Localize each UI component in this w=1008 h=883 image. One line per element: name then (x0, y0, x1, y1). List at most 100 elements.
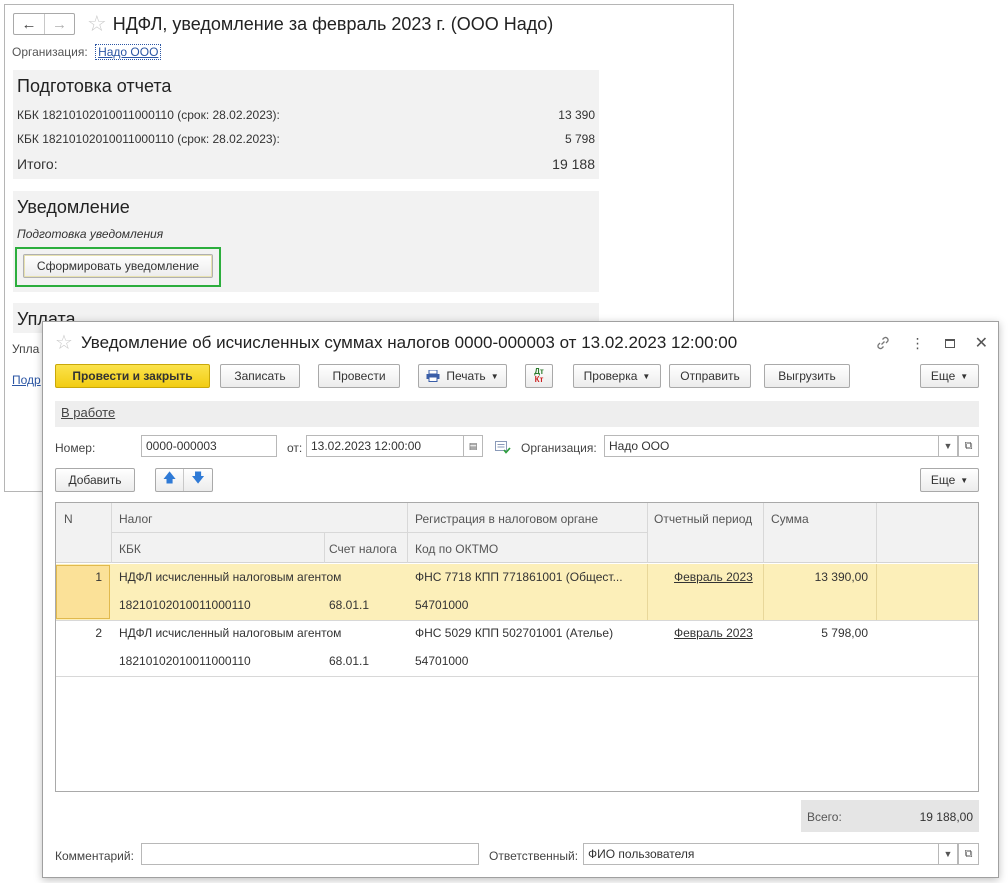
calendar-icon[interactable]: ▤ (463, 435, 483, 457)
table-more-button[interactable]: Еще ▼ (920, 468, 979, 492)
total-value: 19 188,00 (919, 810, 973, 824)
period-link[interactable]: Февраль 2023 (674, 626, 753, 640)
column-header-registration[interactable]: Регистрация в налоговом органе (415, 512, 598, 526)
maximize-icon[interactable] (944, 338, 955, 348)
organization-link[interactable]: Надо ООО (95, 44, 162, 60)
check-button[interactable]: Проверка ▼ (573, 364, 661, 388)
column-divider (763, 564, 764, 620)
more-label: Еще (930, 473, 956, 487)
payment-link[interactable]: Подр (12, 373, 41, 387)
kbk-row-label: КБК 18210102010011000110 (срок: 28.02.20… (17, 108, 280, 122)
column-divider (763, 503, 764, 563)
export-button[interactable]: Выгрузить (764, 364, 850, 388)
kbk-code: 18210102010011000110 (119, 654, 251, 668)
number-label: Номер: (55, 441, 96, 455)
column-divider (647, 564, 648, 620)
send-button[interactable]: Отправить (669, 364, 751, 388)
print-button[interactable]: Печать ▼ (418, 364, 507, 388)
oktmo-code: 54701000 (415, 598, 469, 612)
star-icon[interactable]: ☆ (87, 13, 107, 35)
column-header-tax[interactable]: Налог (119, 512, 153, 526)
document-window-header: ☆ Уведомление об исчисленных суммах нало… (55, 330, 988, 356)
document-window-title: Уведомление об исчисленных суммах налого… (80, 333, 738, 352)
row-sum: 5 798,00 (821, 626, 868, 640)
total-value: 19 188 (552, 156, 595, 172)
check-label: Проверка (583, 369, 638, 383)
add-row-button[interactable]: Добавить (55, 468, 135, 492)
arrow-left-icon[interactable]: ← (14, 14, 44, 34)
column-divider (324, 533, 325, 563)
responsible-field[interactable]: ФИО пользователя (583, 843, 939, 865)
column-header-kbk[interactable]: КБК (119, 542, 141, 556)
print-label: Печать (446, 369, 486, 383)
column-divider (407, 503, 408, 563)
number-field[interactable]: 0000-000003 (141, 435, 277, 457)
date-label: от: (287, 441, 303, 455)
kbk-row-value: 13 390 (558, 108, 595, 122)
column-header-n[interactable]: N (64, 512, 73, 526)
column-divider (647, 503, 648, 563)
close-icon[interactable]: ✕ (975, 333, 988, 353)
window-controls: ⋮ ✕ (875, 333, 988, 353)
row-number: 1 (95, 570, 102, 584)
arrow-up-icon[interactable]: 🡅 (156, 469, 184, 491)
dt-kt-button[interactable]: Дт Кт (525, 364, 553, 388)
arrow-down-icon[interactable]: 🡇 (184, 469, 212, 491)
kbk-row: КБК 18210102010011000110 (срок: 28.02.20… (17, 108, 595, 122)
kbk-code: 18210102010011000110 (119, 598, 251, 612)
taxes-table: N Налог КБК Счет налога Регистрация в на… (55, 502, 979, 792)
organization-label: Организация: (521, 441, 597, 455)
move-buttons: 🡅 🡇 (155, 468, 213, 492)
tax-registration: ФНС 5029 КПП 502701001 (Ателье) (415, 626, 614, 640)
star-icon[interactable]: ☆ (55, 332, 73, 354)
save-button[interactable]: Записать (220, 364, 300, 388)
report-prep-title: Подготовка отчета (17, 76, 172, 96)
column-header-account[interactable]: Счет налога (329, 542, 397, 556)
comment-field[interactable] (141, 843, 479, 865)
notice-prep-label: Подготовка уведомления (17, 227, 164, 241)
row-sum: 13 390,00 (814, 570, 868, 584)
total-label: Всего: (807, 810, 842, 824)
status-bar: В работе (55, 401, 979, 427)
organization-field[interactable]: Надо ООО (604, 435, 939, 457)
chevron-down-icon[interactable]: ▼ (938, 843, 958, 865)
status-link[interactable]: В работе (61, 405, 115, 420)
post-and-close-button[interactable]: Провести и закрыть (55, 364, 210, 388)
column-header-oktmo[interactable]: Код по ОКТМО (415, 542, 498, 556)
column-divider (876, 503, 877, 563)
tax-account: 68.01.1 (329, 654, 370, 668)
document-check-icon[interactable] (495, 440, 511, 454)
open-icon[interactable]: ⧉ (958, 843, 979, 865)
oktmo-code: 54701000 (415, 654, 469, 668)
chevron-down-icon: ▼ (960, 475, 969, 485)
column-header-period[interactable]: Отчетный период (654, 512, 752, 526)
date-field[interactable]: 13.02.2023 12:00:00 (306, 435, 464, 457)
column-header-sum[interactable]: Сумма (771, 512, 809, 526)
kbk-row-label: КБК 18210102010011000110 (срок: 28.02.20… (17, 132, 280, 146)
more-actions-button[interactable]: Еще ▼ (920, 364, 979, 388)
notice-title: Уведомление (17, 197, 130, 217)
printer-icon (426, 370, 440, 382)
link-icon[interactable] (875, 335, 891, 351)
open-icon[interactable]: ⧉ (958, 435, 979, 457)
report-window-header: ← → ☆ НДФЛ, уведомление за февраль 2023 … (13, 10, 553, 38)
kbk-row-value: 5 798 (564, 132, 595, 146)
header-divider (111, 532, 647, 533)
organization-label: Организация: (12, 45, 88, 59)
chevron-down-icon: ▼ (642, 371, 651, 381)
row-number: 2 (95, 626, 102, 640)
generate-notice-button[interactable]: Сформировать уведомление (23, 254, 213, 278)
organization-row: Организация: Надо ООО (12, 44, 162, 60)
chevron-down-icon: ▼ (960, 371, 969, 381)
column-divider (876, 564, 877, 620)
row-divider (56, 676, 978, 677)
chevron-down-icon[interactable]: ▼ (938, 435, 958, 457)
total-box: Всего: 19 188,00 (801, 800, 979, 832)
arrow-right-icon[interactable]: → (44, 14, 74, 34)
more-icon[interactable]: ⋮ (911, 335, 925, 352)
post-button[interactable]: Провести (318, 364, 400, 388)
comment-label: Комментарий: (55, 849, 134, 863)
chevron-down-icon: ▼ (490, 371, 499, 381)
nav-buttons: ← → (13, 13, 75, 35)
period-link[interactable]: Февраль 2023 (674, 570, 753, 584)
